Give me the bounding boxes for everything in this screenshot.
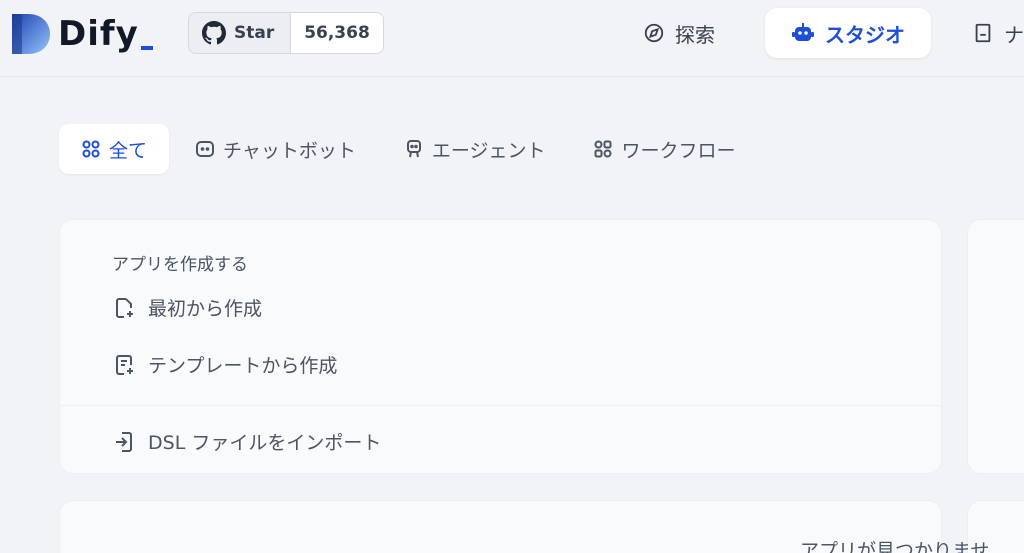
github-star-count[interactable]: 56,368 [291, 13, 383, 53]
workflow-icon [594, 140, 612, 158]
dify-logo-icon [12, 14, 50, 54]
tab-agent[interactable]: エージェント [382, 124, 568, 174]
import-dsl-label: DSL ファイルをインポート [148, 432, 382, 454]
import-dsl-button[interactable]: DSL ファイルをインポート [112, 428, 381, 455]
app-type-tabs: 全て チャットボット エージェント ワークフロー [59, 124, 761, 174]
new-file-icon [116, 297, 133, 318]
tab-workflow[interactable]: ワークフロー [571, 124, 757, 174]
create-from-blank-label: 最初から作成 [148, 298, 263, 320]
side-card-partial [967, 219, 1024, 474]
create-from-template-button[interactable]: テンプレートから作成 [112, 351, 337, 378]
create-from-blank-button[interactable]: 最初から作成 [112, 294, 262, 321]
book-icon [975, 23, 991, 43]
github-star-label: Star [234, 23, 275, 43]
tab-all[interactable]: 全て [59, 124, 170, 174]
nav-knowledge[interactable]: ナ [972, 8, 1024, 58]
create-app-title: アプリを作成する [112, 255, 248, 275]
robot-icon [792, 23, 814, 41]
create-from-template-label: テンプレートから作成 [148, 355, 338, 377]
create-card-divider [60, 405, 941, 406]
grid-icon [82, 140, 100, 158]
tab-all-label: 全て [109, 139, 148, 162]
github-icon [202, 21, 226, 45]
dify-logo[interactable]: Dify [10, 12, 153, 56]
compass-icon [644, 23, 664, 43]
create-app-card: アプリを作成する 最初から作成 テンプレートから作成 DSL ファイルをインポー… [59, 219, 942, 474]
chat-bubble-icon [196, 141, 215, 157]
import-icon [116, 431, 132, 452]
tab-chatbot[interactable]: チャットボット [173, 124, 378, 174]
nav-knowledge-label: ナ [1004, 22, 1024, 47]
template-file-icon [116, 354, 133, 375]
top-header: Dify Star 56,368 探索 スタジオ ナ [0, 0, 1024, 77]
nav-explore[interactable]: 探索 [643, 8, 715, 58]
agent-icon [406, 140, 421, 158]
tab-chatbot-label: チャットボット [223, 139, 356, 162]
tab-agent-label: エージェント [431, 139, 546, 162]
empty-state-text: アプリが見つかりませ [800, 540, 990, 553]
github-star-widget[interactable]: Star 56,368 [188, 12, 384, 54]
github-star-button[interactable]: Star [189, 13, 291, 53]
logo-text: Dify [58, 14, 139, 54]
logo-cursor [140, 46, 153, 50]
tab-workflow-label: ワークフロー [621, 139, 736, 162]
nav-studio-label: スタジオ [825, 22, 905, 47]
nav-explore-label: 探索 [675, 22, 715, 47]
nav-studio[interactable]: スタジオ [765, 8, 931, 58]
